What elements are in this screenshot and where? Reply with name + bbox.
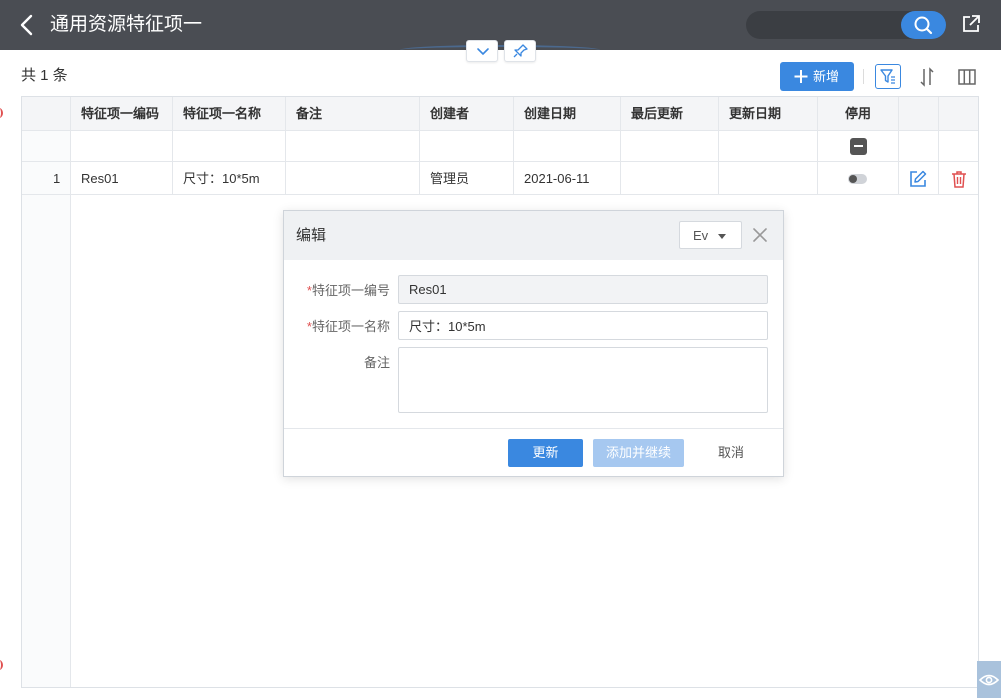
filter-icon	[880, 69, 895, 84]
header-bar: 通用资源特征项一	[0, 0, 1001, 50]
grid-line	[938, 97, 939, 194]
column-header-last-updated[interactable]: 最后更新	[631, 97, 683, 130]
disabled-filter-checkbox[interactable]	[850, 138, 867, 155]
cell-name: 尺寸：10*5m	[183, 171, 260, 186]
search-icon	[914, 16, 933, 35]
update-button[interactable]: 更新	[508, 439, 583, 467]
edit-dialog: 编辑 Ev *特征项一编号 Res01 *特征项一名称 备注 更新 添加并继续 …	[283, 210, 784, 477]
pin-icon	[513, 44, 528, 58]
cell-created-date: 2021-06-11	[524, 171, 590, 186]
caret-down-icon	[718, 234, 726, 239]
column-header-disabled[interactable]: 停用	[845, 97, 871, 130]
share-button[interactable]	[961, 14, 981, 34]
sort-icon	[920, 67, 934, 87]
remark-field[interactable]	[398, 347, 768, 413]
page-title: 通用资源特征项一	[50, 14, 203, 35]
row-index: 1	[53, 171, 61, 186]
code-field: Res01	[398, 275, 768, 304]
add-button-label: 新增	[813, 69, 840, 84]
column-header-updated-date[interactable]: 更新日期	[729, 97, 781, 130]
grid-line	[172, 97, 173, 194]
filter-toggle-button[interactable]	[875, 64, 901, 89]
dialog-close-button[interactable]	[751, 226, 769, 244]
column-header-name[interactable]: 特征项一名称	[183, 97, 261, 130]
row-number-column	[22, 130, 70, 687]
column-header-remark[interactable]: 备注	[296, 97, 322, 130]
language-select-value: Ev	[693, 228, 709, 243]
columns-icon	[958, 69, 976, 85]
trash-icon	[952, 171, 966, 188]
grid-line	[620, 97, 621, 194]
column-header-created-date[interactable]: 创建日期	[524, 97, 576, 130]
app-root: 通用资源特征项一 共 1 条 新增 特征项一编码 特征项一名称 备注 创建者 创…	[0, 0, 1001, 698]
preview-toggle-button[interactable]	[977, 661, 1001, 698]
edit-row-button[interactable]	[908, 169, 928, 189]
cell-code: Res01	[81, 171, 119, 186]
name-field[interactable]	[398, 311, 768, 340]
pin-header-button[interactable]	[504, 40, 536, 62]
column-header-creator[interactable]: 创建者	[430, 97, 469, 130]
grid-line	[70, 97, 71, 687]
back-button[interactable]	[16, 13, 38, 37]
grid-line	[718, 97, 719, 194]
grid-line	[22, 130, 978, 131]
delete-row-button[interactable]	[949, 169, 969, 189]
name-field-label: *特征项一名称	[284, 319, 390, 335]
grid-line	[817, 97, 818, 194]
edge-marker	[0, 108, 3, 118]
code-field-label: *特征项一编号	[284, 283, 390, 299]
chevron-down-icon	[477, 48, 489, 56]
dialog-divider	[284, 428, 783, 429]
eye-icon	[978, 674, 1000, 686]
record-count: 共 1 条	[21, 67, 68, 84]
search-button[interactable]	[901, 11, 946, 39]
plus-icon	[794, 70, 808, 83]
header-decoration	[400, 45, 600, 55]
language-select[interactable]: Ev	[679, 221, 742, 249]
dialog-title: 编辑	[296, 227, 327, 244]
grid-line	[898, 97, 899, 194]
edge-marker	[0, 660, 3, 670]
grid-line	[22, 194, 978, 195]
edit-icon	[910, 170, 927, 187]
code-field-label-text: 特征项一编号	[311, 283, 390, 298]
add-button[interactable]: 新增	[780, 62, 854, 91]
grid-line	[285, 97, 286, 194]
add-and-continue-button[interactable]: 添加并继续	[593, 439, 684, 467]
close-icon	[753, 228, 767, 242]
dialog-header: 编辑 Ev	[284, 211, 783, 260]
external-link-icon	[963, 15, 980, 32]
grid-line	[419, 97, 420, 194]
disabled-toggle[interactable]	[848, 174, 867, 184]
grid-header	[22, 97, 978, 130]
grid-line	[22, 161, 978, 162]
cancel-button[interactable]: 取消	[696, 439, 766, 467]
remark-field-label: 备注	[363, 355, 390, 370]
collapse-header-button[interactable]	[466, 40, 498, 62]
columns-button[interactable]	[956, 66, 978, 88]
grid-line	[513, 97, 514, 194]
sort-button[interactable]	[916, 66, 938, 88]
cell-creator: 管理员	[430, 171, 470, 186]
column-header-code[interactable]: 特征项一编码	[81, 97, 159, 130]
name-field-label-text: 特征项一名称	[311, 319, 390, 334]
chevron-left-icon	[20, 14, 33, 36]
toolbar-divider	[863, 69, 864, 84]
